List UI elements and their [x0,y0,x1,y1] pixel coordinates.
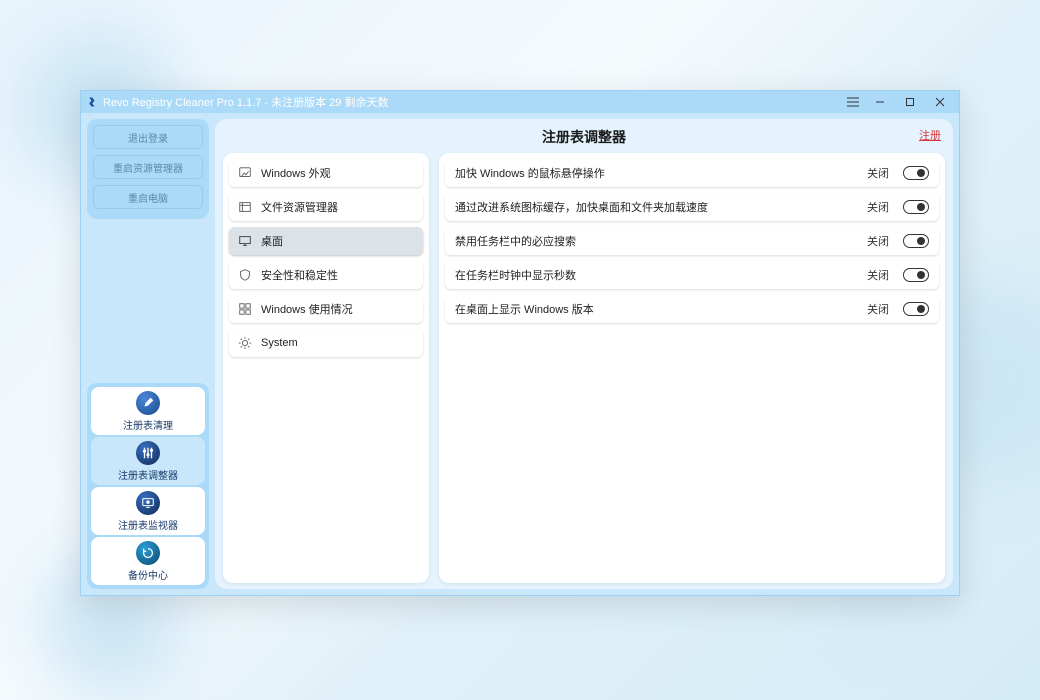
category-list: Windows 外观 文件资源管理器 桌面 [223,153,429,583]
menu-button[interactable] [841,97,865,107]
category-label: Windows 使用情况 [261,301,353,317]
option-toggle[interactable] [903,200,929,214]
option-label: 加快 Windows 的鼠标悬停操作 [455,165,859,181]
broom-icon [136,391,160,415]
sidebar: 退出登录 重启资源管理器 重启电脑 注册表清理 注册表调整器 [87,119,209,589]
option-label: 禁用任务栏中的必应搜索 [455,233,859,249]
category-label: 安全性和稳定性 [261,267,338,283]
category-security[interactable]: 安全性和稳定性 [229,261,423,289]
monitor-icon [136,491,160,515]
option-state: 关闭 [867,199,889,215]
maximize-button[interactable] [895,92,925,112]
options-list: 加快 Windows 的鼠标悬停操作 关闭 通过改进系统图标缓存，加快桌面和文件… [439,153,945,583]
titlebar: Revo Registry Cleaner Pro 1.1.7 - 未注册版本 … [81,91,959,113]
nav-backup-center[interactable]: 备份中心 [91,537,205,585]
shield-icon [237,267,253,283]
category-system[interactable]: System [229,329,423,357]
nav-label: 注册表调整器 [118,467,178,482]
main-header: 注册表调整器 注册 [223,125,945,153]
sidebar-nav: 注册表清理 注册表调整器 注册表监视器 [87,383,209,589]
option-toggle[interactable] [903,302,929,316]
category-label: 文件资源管理器 [261,199,338,215]
folder-icon [237,199,253,215]
category-label: 桌面 [261,233,283,249]
close-button[interactable] [925,92,955,112]
option-label: 通过改进系统图标缓存，加快桌面和文件夹加载速度 [455,199,859,215]
gear-icon [237,335,253,351]
window-body: 退出登录 重启资源管理器 重启电脑 注册表清理 注册表调整器 [81,113,959,595]
option-state: 关闭 [867,301,889,317]
option-state: 关闭 [867,233,889,249]
option-row: 加快 Windows 的鼠标悬停操作 关闭 [445,159,939,187]
option-toggle[interactable] [903,234,929,248]
restart-explorer-button[interactable]: 重启资源管理器 [93,155,203,179]
option-row: 通过改进系统图标缓存，加快桌面和文件夹加载速度 关闭 [445,193,939,221]
option-state: 关闭 [867,267,889,283]
option-row: 禁用任务栏中的必应搜索 关闭 [445,227,939,255]
category-label: System [261,337,298,349]
desktop-icon [237,233,253,249]
nav-registry-tweaker[interactable]: 注册表调整器 [91,437,205,485]
page-title: 注册表调整器 [542,129,626,145]
option-toggle[interactable] [903,166,929,180]
category-desktop[interactable]: 桌面 [229,227,423,255]
nav-registry-cleaner[interactable]: 注册表清理 [91,387,205,435]
option-label: 在桌面上显示 Windows 版本 [455,301,859,317]
category-file-explorer[interactable]: 文件资源管理器 [229,193,423,221]
nav-label: 注册表监视器 [118,517,178,532]
restart-pc-button[interactable]: 重启电脑 [93,185,203,209]
sliders-icon [136,441,160,465]
app-window: Revo Registry Cleaner Pro 1.1.7 - 未注册版本 … [80,90,960,596]
sidebar-actions: 退出登录 重启资源管理器 重启电脑 [87,119,209,219]
paintbrush-icon [237,165,253,181]
category-label: Windows 外观 [261,165,331,181]
nav-label: 注册表清理 [123,417,173,432]
main-panel: 注册表调整器 注册 Windows 外观 [215,119,953,589]
category-windows-appearance[interactable]: Windows 外观 [229,159,423,187]
option-state: 关闭 [867,165,889,181]
nav-label: 备份中心 [128,567,168,582]
option-row: 在任务栏时钟中显示秒数 关闭 [445,261,939,289]
nav-registry-monitor[interactable]: 注册表监视器 [91,487,205,535]
minimize-button[interactable] [865,92,895,112]
windows-icon [237,301,253,317]
register-link[interactable]: 注册 [919,127,941,143]
option-row: 在桌面上显示 Windows 版本 关闭 [445,295,939,323]
app-icon [87,96,99,108]
main-body: Windows 外观 文件资源管理器 桌面 [223,153,945,583]
logout-button[interactable]: 退出登录 [93,125,203,149]
restore-icon [136,541,160,565]
category-windows-usage[interactable]: Windows 使用情况 [229,295,423,323]
option-toggle[interactable] [903,268,929,282]
option-label: 在任务栏时钟中显示秒数 [455,267,859,283]
window-title: Revo Registry Cleaner Pro 1.1.7 - 未注册版本 … [103,94,841,110]
